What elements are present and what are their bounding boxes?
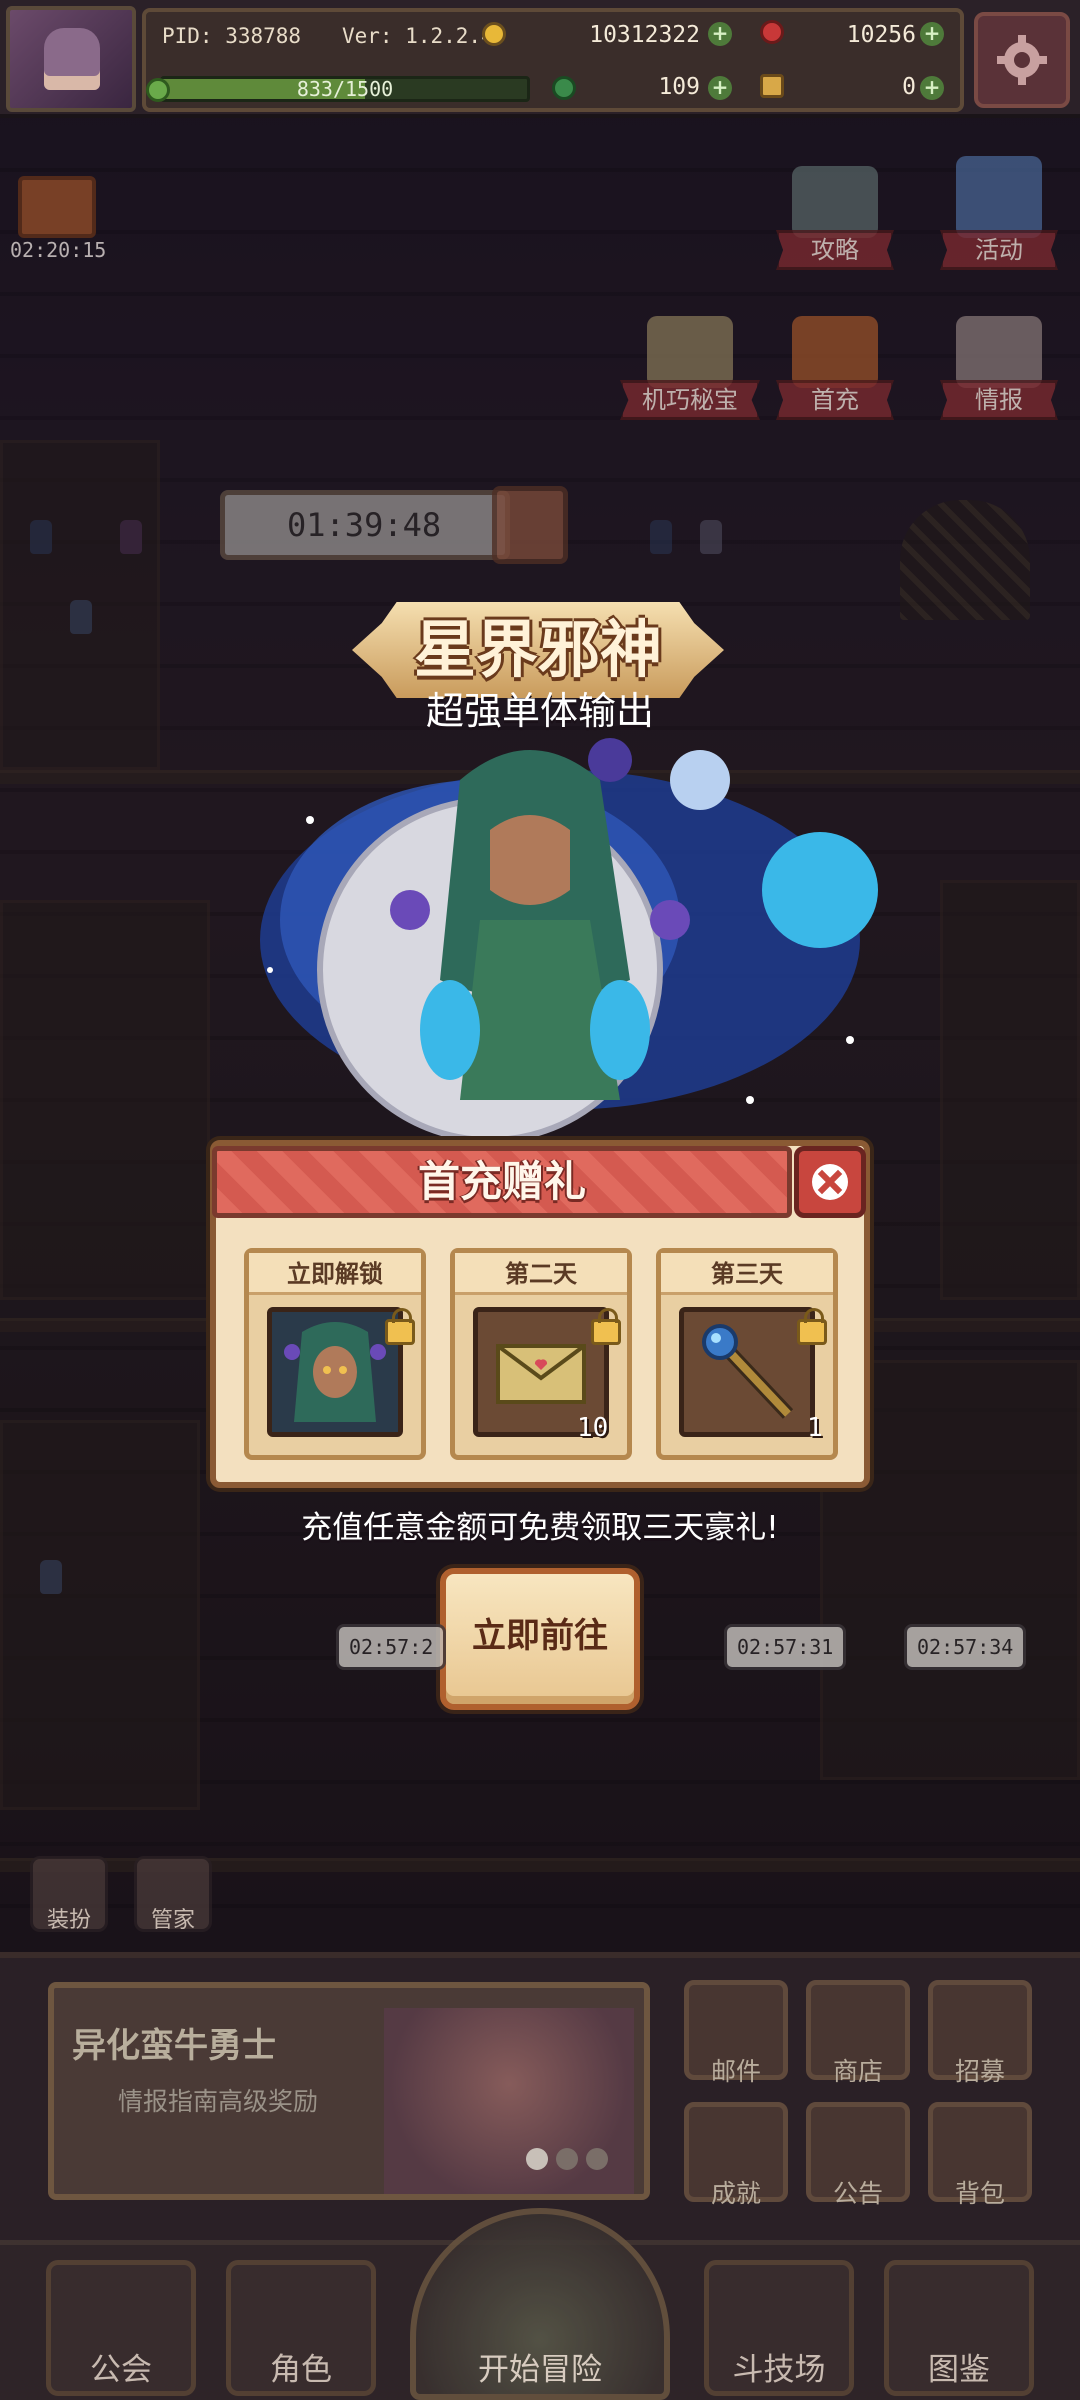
intel-board-icon — [956, 316, 1042, 388]
bubble-timer: 02:57:34 — [904, 1624, 1027, 1670]
countdown-timer: 01:39:48 — [220, 490, 510, 560]
carousel-dot[interactable] — [556, 2148, 578, 2170]
timed-gift-icon[interactable] — [18, 176, 96, 238]
experience-bar: 833/1500 — [160, 76, 530, 102]
gift-panel-description: 充值任意金额可免费领取三天豪礼! — [301, 1510, 779, 1546]
reward-card-day3[interactable]: 第三天 1 — [656, 1248, 838, 1460]
reward-quantity: 10 — [577, 1413, 609, 1443]
guide-label: 攻略 — [776, 230, 894, 270]
lock-icon — [591, 1308, 621, 1345]
events-button[interactable]: 活动 — [940, 156, 1058, 270]
add-key-button[interactable]: + — [920, 76, 944, 100]
key-icon — [760, 74, 784, 98]
add-gem-button[interactable]: + — [920, 22, 944, 46]
guide-button[interactable]: 攻略 — [776, 166, 894, 270]
reward-item-slot — [267, 1307, 403, 1437]
announcement-label: 公告 — [832, 2179, 883, 2208]
machine-treasure-label: 机巧秘宝 — [620, 380, 760, 420]
bubble-timer: 02:57:31 — [724, 1624, 847, 1670]
achievements-label: 成就 — [710, 2179, 761, 2208]
clover-amount: 109 — [658, 74, 700, 100]
intel-button[interactable]: 情报 — [940, 316, 1058, 420]
cog-machine-icon — [647, 316, 733, 388]
gift-panel-title: 首充赠礼 — [417, 1157, 586, 1206]
gear-icon — [997, 35, 1047, 85]
intel-label: 情报 — [940, 380, 1058, 420]
first-charge-button[interactable]: 首充 — [776, 316, 894, 420]
key-amount: 0 — [902, 74, 916, 100]
clover-icon — [552, 76, 576, 100]
top-status-bar: PID: 338788 Ver: 1.2.2.4 10312322 + 1025… — [0, 0, 1080, 118]
player-avatar[interactable] — [6, 6, 136, 112]
gift-box-icon — [792, 316, 878, 388]
reward-label: 第三天 — [661, 1253, 833, 1295]
add-gold-button[interactable]: + — [708, 22, 732, 46]
carousel-dots — [526, 2148, 616, 2174]
reward-quantity: 1 — [807, 1413, 823, 1443]
events-label: 活动 — [940, 230, 1058, 270]
level-leaf-icon — [146, 78, 170, 102]
lock-icon — [385, 1308, 415, 1345]
timed-gift-timer: 02:20:15 — [10, 238, 107, 262]
settings-button[interactable] — [974, 12, 1070, 108]
mail-label: 邮件 — [710, 2057, 761, 2086]
experience-text: 833/1500 — [296, 77, 394, 101]
recruit-label: 招募 — [954, 2057, 1005, 2086]
event-banner-title: 异化蛮牛勇士 — [72, 2026, 276, 2066]
nav-guild-label: 公会 — [90, 2352, 152, 2388]
gold-coin-small-icon — [482, 22, 506, 46]
balloons-icon — [956, 156, 1042, 238]
go-now-button[interactable]: 立即前往 — [440, 1568, 640, 1710]
nav-codex-label: 图鉴 — [928, 2352, 990, 2388]
event-banner-subtitle: 情报指南高级奖励 — [118, 2087, 319, 2116]
backpack-label: 背包 — [954, 2179, 1005, 2208]
bubble-timer: 02:57:2 — [336, 1624, 447, 1670]
machine-treasure-button[interactable]: 机巧秘宝 — [620, 316, 760, 420]
reward-card-day2[interactable]: 第二天 10 — [450, 1248, 632, 1460]
hourglass-button[interactable] — [492, 486, 568, 564]
magic-staff-icon — [702, 1324, 794, 1419]
gem-amount: 10256 — [846, 22, 916, 48]
chat-bubble-icon — [792, 166, 878, 238]
reward-card-day1[interactable]: 立即解锁 — [244, 1248, 426, 1460]
close-icon — [812, 1164, 848, 1200]
nav-arena-label: 斗技场 — [732, 2352, 826, 2388]
character-portrait-icon — [272, 1312, 398, 1432]
red-gem-icon — [760, 20, 784, 44]
shop-label: 商店 — [832, 2057, 883, 2086]
close-button[interactable] — [794, 1146, 866, 1218]
reward-label: 立即解锁 — [249, 1253, 421, 1295]
dress-up-label: 装扮 — [46, 1908, 91, 1933]
carousel-dot-active[interactable] — [526, 2148, 548, 2170]
carousel-dot[interactable] — [586, 2148, 608, 2170]
first-charge-label: 首充 — [776, 380, 894, 420]
game-version: Ver: 1.2.2.4 — [342, 24, 494, 48]
gold-amount: 10312322 — [589, 22, 700, 48]
hero-character-art — [260, 738, 878, 1140]
add-clover-button[interactable]: + — [708, 76, 732, 100]
nav-character-label: 角色 — [270, 2352, 332, 2388]
player-id: PID: 338788 — [162, 24, 302, 48]
lock-icon — [797, 1308, 827, 1345]
reward-label: 第二天 — [455, 1253, 627, 1295]
nav-start-adventure-label: 开始冒险 — [478, 2352, 602, 2388]
butler-label: 管家 — [150, 1908, 195, 1933]
reward-item-slot — [679, 1307, 815, 1437]
